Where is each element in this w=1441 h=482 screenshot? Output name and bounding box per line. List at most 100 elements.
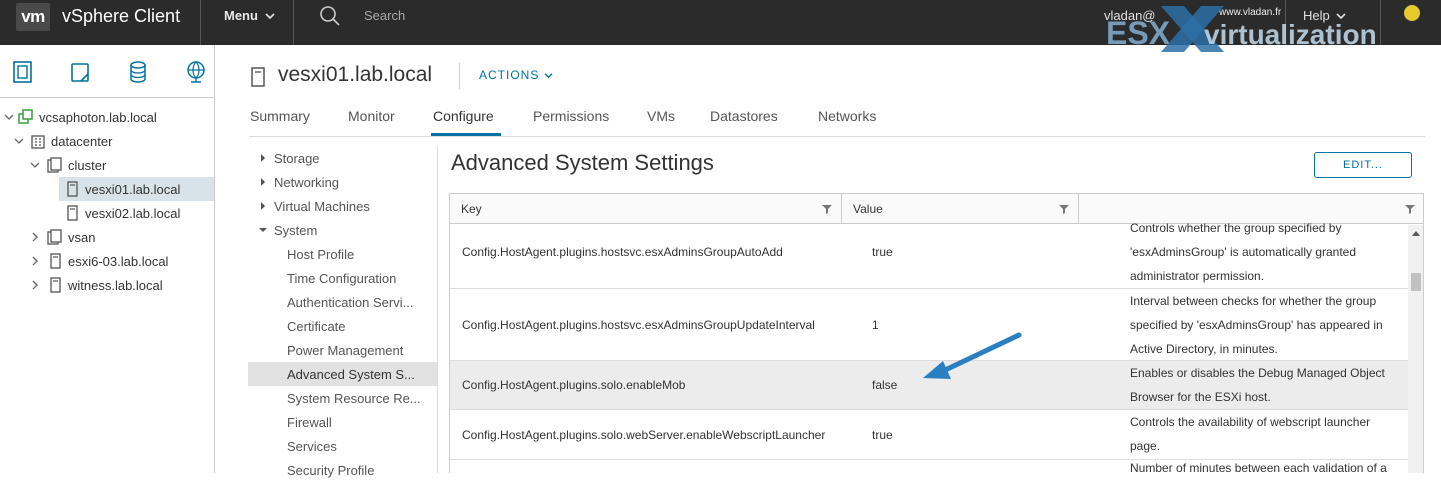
settings-grid: Key Value Config.HostAgent.plugins.hosts… — [449, 193, 1424, 473]
setting-key: Config.HostAgent.plugins.hostsvc.esxAdmi… — [462, 245, 783, 259]
filter-icon[interactable] — [1059, 204, 1069, 214]
filter-icon[interactable] — [822, 204, 832, 214]
user-menu[interactable]: vladan@ — [1104, 8, 1156, 23]
cfg-item-authentication-services[interactable]: Authentication Servi... — [248, 290, 437, 314]
networking-icon[interactable] — [183, 57, 209, 87]
table-row[interactable]: Config.HostAgent.plugins.solo.webServer.… — [450, 410, 1408, 460]
cfg-item-label: Security Profile — [287, 462, 375, 478]
host-icon — [251, 67, 265, 87]
tree-node-label: esxi6-03.lab.local — [68, 253, 169, 269]
setting-description: Number of minutes between each validatio… — [1130, 456, 1406, 473]
cfg-item-label: Services — [287, 438, 337, 454]
tree-node-label: vcsaphoton.lab.local — [39, 109, 157, 125]
cfg-item-time-configuration[interactable]: Time Configuration — [248, 266, 437, 290]
description-line: Number of minutes between each validatio… — [1130, 461, 1387, 473]
tree-node-cluster[interactable]: cluster — [0, 153, 214, 177]
cfg-item-security-profile[interactable]: Security Profile — [248, 458, 437, 482]
tree-node-vsan[interactable]: vsan — [0, 225, 214, 249]
tree-node-label: vsan — [68, 229, 96, 245]
app-title[interactable]: vSphere Client — [62, 6, 180, 27]
tab-permissions[interactable]: Permissions — [533, 108, 609, 124]
search-icon[interactable] — [318, 4, 342, 28]
cfg-item-label: Time Configuration — [287, 270, 397, 286]
chevron-down-icon — [1336, 13, 1346, 20]
cfg-item-power-management[interactable]: Power Management — [248, 338, 437, 362]
description-line: page. — [1130, 439, 1161, 453]
description-line: Interval between checks for whether the … — [1130, 294, 1377, 308]
cfg-item-label: Storage — [274, 150, 320, 166]
description-line: Enables or disables the Debug Managed Ob… — [1130, 366, 1385, 380]
navigator-panel: vcsaphoton.lab.local datacenter cluster … — [0, 45, 215, 473]
navigator-tabs — [0, 45, 215, 98]
chevron-down-icon[interactable] — [12, 134, 26, 148]
caret-right-icon[interactable] — [258, 177, 268, 187]
help-menu[interactable]: Help — [1303, 8, 1346, 23]
chevron-down-icon — [265, 13, 275, 20]
cfg-group-virtual-machines[interactable]: Virtual Machines — [248, 194, 437, 218]
cfg-item-firewall[interactable]: Firewall — [248, 410, 437, 434]
header-divider — [459, 63, 460, 89]
tab-datastores[interactable]: Datastores — [710, 108, 778, 124]
host-icon — [50, 253, 61, 269]
vms-and-templates-icon[interactable] — [67, 57, 93, 87]
datacenter-icon — [31, 135, 45, 149]
cfg-item-system-resource-reservation[interactable]: System Resource Re... — [248, 386, 437, 410]
cfg-item-advanced-system-settings[interactable]: Advanced System S... — [248, 362, 437, 386]
tree-node-label: witness.lab.local — [68, 277, 163, 293]
tab-configure[interactable]: Configure — [433, 108, 494, 124]
scroll-up-arrow-icon[interactable] — [1412, 231, 1420, 236]
caret-right-icon[interactable] — [258, 153, 268, 163]
top-bar: vm vSphere Client Menu Search vladan@ He… — [0, 0, 1441, 45]
description-line: specified by 'esxAdminsGroup' has appear… — [1130, 318, 1383, 332]
tab-vms[interactable]: VMs — [647, 108, 675, 124]
actions-label: ACTIONS — [479, 68, 540, 82]
feedback-smiley-icon[interactable] — [1404, 5, 1420, 21]
tree-node-vesxi02[interactable]: vesxi02.lab.local — [59, 201, 214, 225]
topbar-divider — [1285, 0, 1286, 45]
cfg-item-services[interactable]: Services — [248, 434, 437, 458]
chevron-down-icon[interactable] — [2, 110, 16, 124]
vmware-logo[interactable]: vm — [16, 3, 50, 31]
scrollbar-thumb[interactable] — [1411, 273, 1421, 291]
cfg-group-system[interactable]: System — [248, 218, 437, 242]
chevron-right-icon[interactable] — [28, 254, 42, 268]
cfg-group-networking[interactable]: Networking — [248, 170, 437, 194]
tree-node-esxi6-03[interactable]: esxi6-03.lab.local — [0, 249, 214, 273]
cfg-group-storage[interactable]: Storage — [248, 146, 437, 170]
tree-node-vcenter[interactable]: vcsaphoton.lab.local — [0, 105, 214, 129]
hosts-and-clusters-icon[interactable] — [10, 57, 36, 87]
actions-button[interactable]: ACTIONS — [479, 68, 553, 82]
menu-label: Menu — [224, 8, 258, 23]
cfg-item-certificate[interactable]: Certificate — [248, 314, 437, 338]
filter-icon[interactable] — [1405, 204, 1415, 214]
description-line: administrator permission. — [1130, 269, 1265, 283]
table-row[interactable]: Config.HostAgent.plugins.solo.enableMob … — [450, 361, 1408, 410]
tree-node-vesxi01[interactable]: vesxi01.lab.local — [59, 177, 214, 201]
table-row[interactable]: Config.HostAgent.plugins.hostsvc.esxAdmi… — [450, 289, 1408, 361]
caret-right-icon[interactable] — [258, 201, 268, 211]
cfg-item-host-profile[interactable]: Host Profile — [248, 242, 437, 266]
chevron-down-icon[interactable] — [28, 158, 42, 172]
setting-key: Config.HostAgent.plugins.hostsvc.esxAdmi… — [462, 317, 815, 332]
grid-scrollbar[interactable] — [1408, 225, 1423, 473]
chevron-right-icon[interactable] — [28, 230, 42, 244]
storage-icon[interactable] — [125, 57, 151, 87]
menu-button[interactable]: Menu — [224, 8, 275, 23]
tree-node-witness[interactable]: witness.lab.local — [0, 273, 214, 297]
setting-description: Controls the availability of webscript l… — [1130, 410, 1406, 458]
setting-value: false — [872, 378, 898, 392]
edit-button[interactable]: EDIT... — [1314, 152, 1412, 178]
table-row[interactable]: Number of minutes between each validatio… — [450, 460, 1408, 473]
tab-summary[interactable]: Summary — [250, 108, 310, 124]
tree-node-datacenter[interactable]: datacenter — [0, 129, 214, 153]
section-title: Advanced System Settings — [451, 150, 714, 175]
caret-down-icon[interactable] — [258, 225, 268, 235]
table-row[interactable]: Config.HostAgent.plugins.hostsvc.esxAdmi… — [450, 216, 1408, 289]
cluster-icon — [47, 157, 62, 173]
configure-menu: Storage Networking Virtual Machines Syst… — [248, 146, 438, 478]
chevron-right-icon[interactable] — [28, 278, 42, 292]
search-input[interactable]: Search — [364, 8, 405, 23]
topbar-divider — [200, 0, 201, 45]
tab-monitor[interactable]: Monitor — [348, 108, 395, 124]
tab-networks[interactable]: Networks — [818, 108, 876, 124]
